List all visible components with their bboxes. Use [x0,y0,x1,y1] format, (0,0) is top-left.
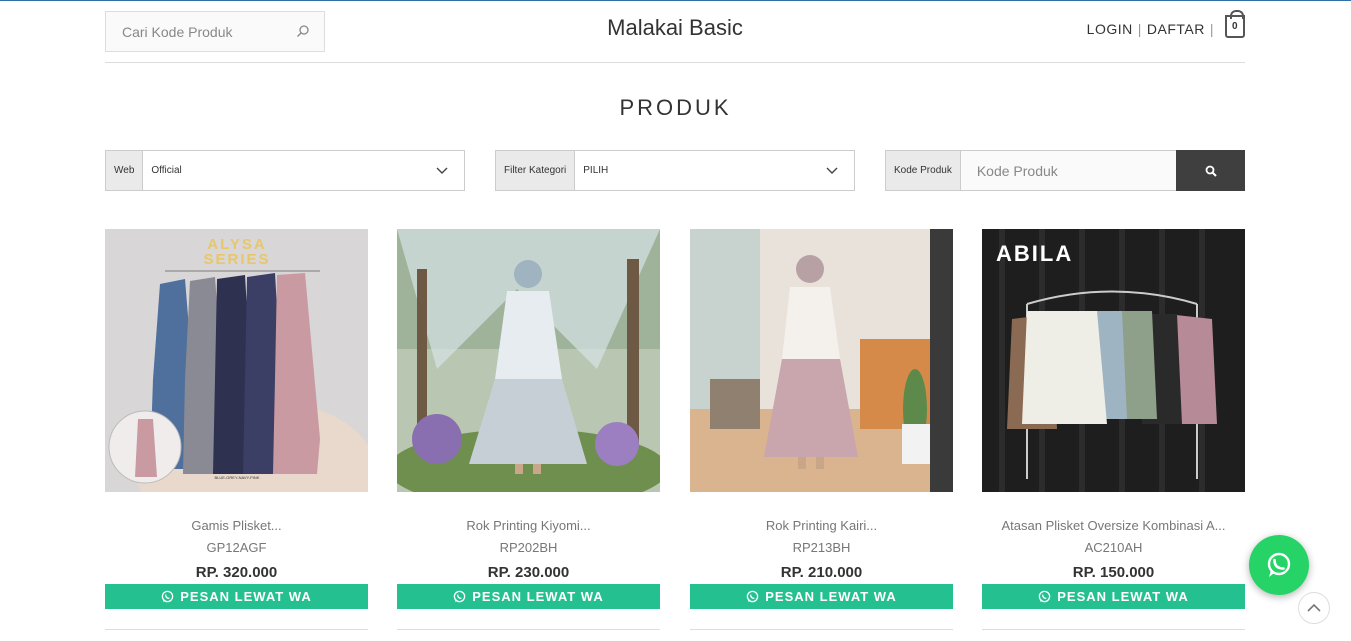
product-card: ABILA Atasan Plisket Oversize Kombinasi … [982,229,1245,630]
cart-count: 0 [1231,21,1239,32]
product-name[interactable]: Rok Printing Kiyomi... [397,518,660,536]
separator: | [1137,20,1142,37]
order-wa-button[interactable]: PESAN LEWAT WA [690,584,953,609]
card-divider [982,629,1245,630]
order-wa-label: PESAN LEWAT WA [472,589,604,604]
product-name[interactable]: Gamis Plisket... [105,518,368,536]
product-card: ALYSA SERIES BLUE-GREY-NAVY-PINK Gamis P… [105,229,368,630]
order-wa-label: PESAN LEWAT WA [765,589,897,604]
category-select[interactable]: PILIH [575,151,854,190]
account-links: LOGIN | DAFTAR | 0 [1087,10,1245,40]
product-name[interactable]: Rok Printing Kairi... [690,518,953,536]
web-filter: Web Official [105,150,465,191]
product-price: RP. 230.000 [487,564,570,581]
chevron-down-icon [436,167,448,174]
product-price: RP. 150.000 [1072,564,1155,581]
code-filter-label: Kode Produk [886,151,961,190]
separator: | [1209,20,1214,37]
page-title: PRODUK [619,95,732,120]
svg-text:SERIES: SERIES [203,251,270,268]
search-icon[interactable] [296,24,310,38]
chevron-down-icon [826,167,838,174]
web-filter-label: Web [106,151,144,190]
product-card: Rok Printing Kairi... RP213BH RP. 210.00… [690,229,953,630]
product-code-input[interactable] [960,151,1176,190]
web-select[interactable]: Official [143,151,464,190]
whatsapp-icon [1038,590,1051,603]
order-wa-label: PESAN LEWAT WA [180,589,312,604]
arrow-up-icon [1307,603,1321,612]
category-filter: Filter Kategori PILIH [495,150,855,191]
product-card: Rok Printing Kiyomi... RP202BH RP. 230.0… [397,229,660,630]
order-wa-button[interactable]: PESAN LEWAT WA [982,584,1245,609]
code-search-button[interactable] [1176,150,1245,191]
product-code: RP202BH [499,540,558,555]
product-image[interactable]: ABILA [982,229,1245,492]
product-price: RP. 210.000 [780,564,863,581]
image-text: ABILA [996,241,1073,266]
card-divider [690,629,953,630]
category-select-value: PILIH [583,165,609,176]
header-search-input[interactable] [106,12,324,51]
whatsapp-icon [1267,552,1291,577]
svg-text:BLUE-GREY-NAVY-PINK: BLUE-GREY-NAVY-PINK [215,475,260,480]
filter-bar: Web Official Filter Kategori PILIH Kode … [105,150,1245,191]
register-link[interactable]: DAFTAR [1147,21,1205,37]
order-wa-label: PESAN LEWAT WA [1057,589,1189,604]
site-brand[interactable]: Malakai Basic [607,15,743,40]
order-wa-button[interactable]: PESAN LEWAT WA [397,584,660,609]
header-search [105,11,325,52]
product-image[interactable]: ALYSA SERIES BLUE-GREY-NAVY-PINK [105,229,368,492]
card-divider [105,629,368,630]
site-header: Malakai Basic LOGIN | DAFTAR | 0 [105,10,1245,63]
product-code: AC210AH [1084,540,1143,555]
whatsapp-icon [746,590,759,603]
product-image[interactable] [397,229,660,492]
cart-icon[interactable]: 0 [1225,10,1245,38]
category-filter-label: Filter Kategori [496,151,576,190]
order-wa-button[interactable]: PESAN LEWAT WA [105,584,368,609]
scroll-top-button[interactable] [1298,592,1330,624]
product-grid: ALYSA SERIES BLUE-GREY-NAVY-PINK Gamis P… [105,229,1245,641]
product-image[interactable] [690,229,953,492]
code-filter: Kode Produk [885,150,1245,191]
card-divider [397,629,660,630]
header-divider [105,62,1245,63]
product-code: RP213BH [792,540,851,555]
product-code: GP12AGF [206,540,267,555]
product-name[interactable]: Atasan Plisket Oversize Kombinasi A... [982,518,1245,536]
login-link[interactable]: LOGIN [1087,21,1133,37]
search-icon [1205,165,1217,177]
whatsapp-icon [161,590,174,603]
whatsapp-float-button[interactable] [1249,535,1309,595]
whatsapp-icon [453,590,466,603]
web-select-value: Official [151,165,182,176]
product-price: RP. 320.000 [195,564,278,581]
